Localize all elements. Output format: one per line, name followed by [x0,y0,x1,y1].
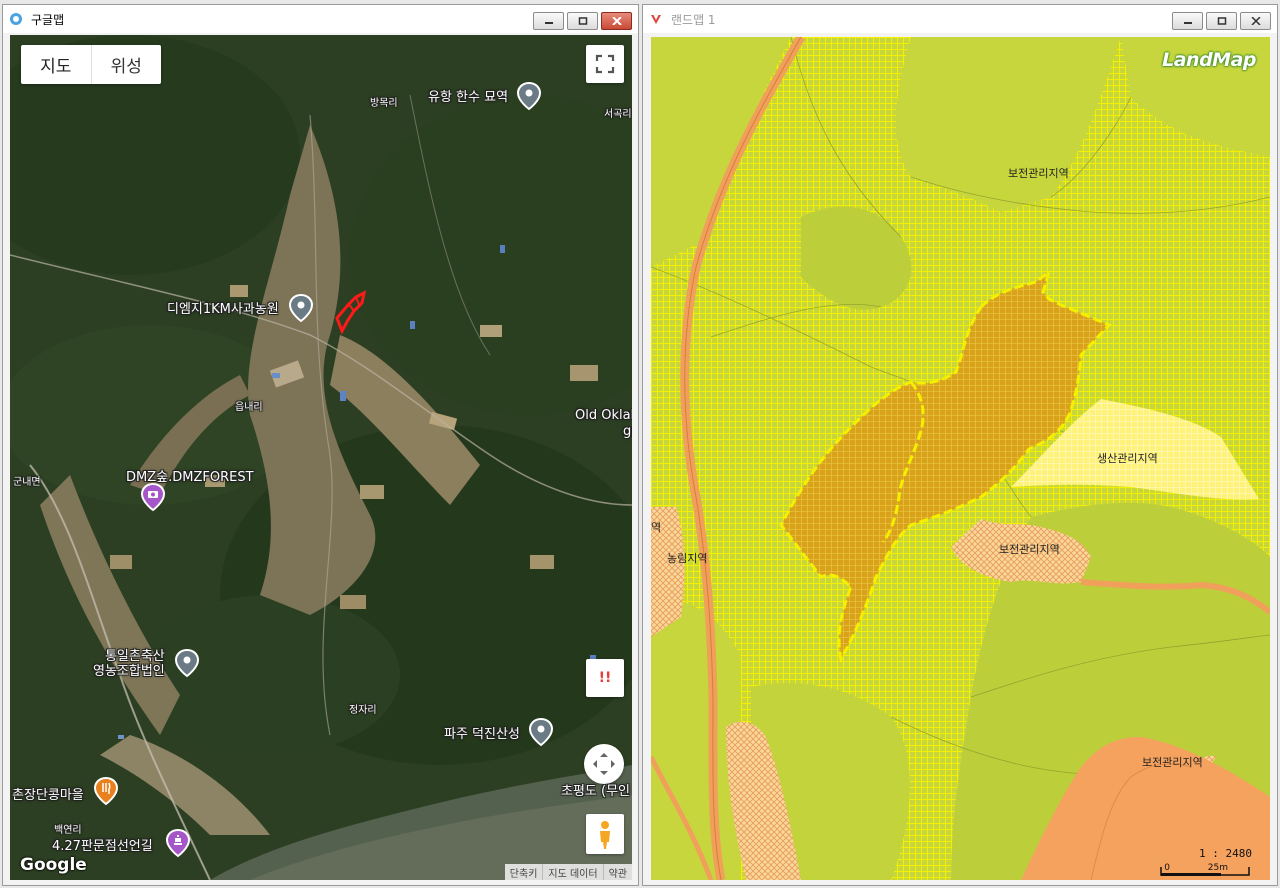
maximize-icon [1217,17,1226,25]
title-bar[interactable]: 랜드맵 1 [643,5,1277,33]
place-label: 백연리 [54,825,82,836]
window-title: 구글맵 [31,13,65,27]
report-problem-button[interactable]: !! [586,659,624,697]
landmap-logo: LandMap [1162,49,1256,71]
place-label[interactable]: 초평도 (무인 [561,780,630,799]
landmap-app-icon [651,15,661,24]
scale-zero-label: 0 [1164,863,1170,873]
satellite-imagery [10,35,632,880]
navigation-icon [593,753,615,775]
close-button[interactable] [601,12,632,30]
map-data-link[interactable]: 지도 데이터 [542,864,602,880]
map-type-map-button[interactable]: 지도 [21,45,91,84]
minimize-button[interactable] [1172,12,1203,30]
place-label[interactable]: 촌장단콩마을 [12,784,84,803]
place-label[interactable]: 디엠지1KM사과농원 [167,298,279,317]
place-label[interactable]: 유항 한수 묘역 [428,86,508,105]
title-bar[interactable]: 구글맵 [3,5,638,33]
terms-link[interactable]: 약관 [602,864,632,880]
scale-ratio: 1 : 2480 [1199,847,1252,860]
landmap-window: 랜드맵 1 LandMap 보전관리지역 생산관리지역 보전관리지역 농림지역 … [642,4,1278,886]
zone-label: 보전관리지역 [1142,756,1203,769]
shortcuts-link[interactable]: 단축키 [505,864,543,880]
place-label[interactable]: 파주 덕진산성 [444,723,520,742]
zone-label: 생산관리지역 [1097,452,1158,465]
attribution-bar: 단축키 지도 데이터 약관 [504,864,632,880]
place-label: 서곡리 [604,109,632,120]
minimize-icon [1183,22,1192,24]
google-logo: Google [20,855,87,875]
place-label: 읍내리 [235,402,263,413]
pegman-icon [600,821,610,849]
street-view-button[interactable] [586,814,624,854]
minimize-icon [544,22,553,24]
dmz-forest-pin-icon[interactable] [140,482,166,512]
window-title: 랜드맵 1 [671,13,716,27]
google-map-window: 구글맵 지도 위성 !! 유항 한수 묘역 방목리 서곡리 디엠지1KM사과농원… [2,4,639,886]
place-label: 방목리 [370,98,398,109]
fullscreen-icon [595,54,615,74]
scale-bar [1160,867,1250,876]
place-label: 군내면 [13,477,41,488]
navigation-button[interactable] [584,744,624,784]
dmz-apple-pin-icon[interactable] [288,293,314,323]
zone-label: 보전관리지역 [1008,167,1069,180]
place-label[interactable]: 4.27판문점선언길 [52,835,153,854]
map-type-control: 지도 위성 [21,45,161,84]
tongil-pin-icon[interactable] [174,648,200,678]
window-controls [533,12,632,30]
map-type-satellite-button[interactable]: 위성 [90,45,162,84]
place-label[interactable]: 통일촌축산 영농조합법인 [93,649,165,679]
close-icon [1250,17,1261,25]
maximize-button[interactable] [567,12,598,30]
land-use-map[interactable]: LandMap 보전관리지역 생산관리지역 보전관리지역 농림지역 역 보전관리… [651,37,1270,880]
fullscreen-button[interactable] [586,45,624,83]
place-label: 정자리 [349,705,377,716]
place-label[interactable]: DMZ숲.DMZFOREST [126,466,254,485]
zone-label: 보전관리지역 [999,543,1060,556]
landmark-pin-icon[interactable] [165,828,191,858]
app-icon [10,13,22,25]
window-controls [1172,12,1271,30]
close-button[interactable] [1240,12,1271,30]
place-label[interactable]: gu [623,424,632,439]
yuhang-pin-icon[interactable] [516,81,542,111]
close-icon [611,17,622,25]
maximize-button[interactable] [1206,12,1237,30]
satellite-map[interactable]: 지도 위성 !! 유항 한수 묘역 방목리 서곡리 디엠지1KM사과농원 읍내리… [10,35,632,880]
place-label[interactable]: Old Oklah [575,408,632,423]
deokjin-pin-icon[interactable] [528,717,554,747]
scale-distance-label: 25m [1207,863,1228,873]
zone-label: 역 [651,521,662,534]
minimize-button[interactable] [533,12,564,30]
zone-label: 농림지역 [667,552,708,565]
maximize-icon [578,17,587,25]
restaurant-pin-icon[interactable] [93,776,119,806]
